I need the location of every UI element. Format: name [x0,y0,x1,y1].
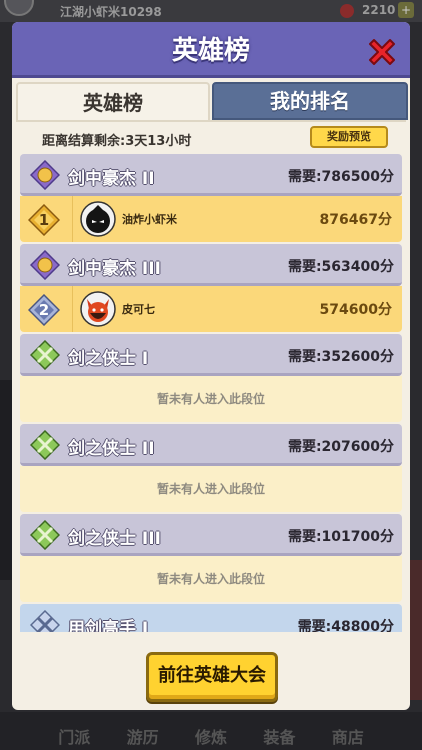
rank-tier-header: 剑中豪杰 II 需要:786500分 [20,154,402,196]
rank-tier-name: 剑中豪杰 III [68,259,161,279]
ranking-row[interactable]: 1 油炸小虾米 876467分 [20,196,402,242]
empty-tier-message: 暂未有人进入此段位 [20,466,402,512]
rank-tier-name: 剑之侠士 III [68,529,161,549]
green-swords-icon [30,340,60,370]
empty-tier-message: 暂未有人进入此段位 [20,376,402,422]
row-divider [72,196,73,242]
silver-swords-icon [30,610,60,632]
player-name: 皮可七 [122,303,155,316]
player-avatar-bg [4,0,34,16]
player-name: 油炸小虾米 [122,213,177,226]
hero-ranking-panel: 英雄榜 英雄榜 我的排名 距离结算剩余:3天13小时 奖励预览 剑中豪杰 II … [12,22,410,710]
tab-my-ranking[interactable]: 我的排名 [212,82,408,120]
player-score: 876467分 [319,212,392,228]
purple-diamond-fist-icon [30,250,60,280]
rank-tier-header: 剑中豪杰 III 需要:563400分 [20,244,402,286]
reward-preview-button[interactable]: 奖励预览 [310,126,388,148]
rank-tier-requirement: 需要:786500分 [287,169,394,185]
rank-tier-name: 剑中豪杰 II [68,169,155,189]
purple-diamond-fist-icon [30,160,60,190]
gem-icon [340,4,354,18]
rank-tier-requirement: 需要:563400分 [287,259,394,275]
rank-tier-header: 剑之侠士 III 需要:101700分 [20,514,402,556]
empty-tier-message: 暂未有人进入此段位 [20,556,402,602]
panel-title: 英雄榜 [171,36,250,66]
close-icon [369,39,395,65]
rank-list[interactable]: 剑中豪杰 II 需要:786500分 1 油炸小虾米 876467分 剑中豪杰 … [20,154,402,632]
bottom-nav-bar: 门派 游历 修炼 装备 商店 [0,712,422,750]
rank-number: 1 [38,211,50,229]
red-fox-avatar-icon [80,291,116,327]
green-swords-icon [30,520,60,550]
ninja-avatar-icon [80,201,116,237]
panel-header: 英雄榜 [12,22,410,78]
nav-item-travel[interactable]: 游历 [127,724,159,748]
rank-tier-requirement: 需要:352600分 [287,349,394,365]
gold-amount: 2210 [362,3,396,17]
rank-number: 2 [38,301,50,319]
settlement-countdown: 距离结算剩余:3天13小时 [42,134,192,149]
ranking-row[interactable]: 2 皮可七 574600分 [20,286,402,332]
go-to-hero-tournament-button[interactable]: 前往英雄大会 [146,652,278,702]
row-divider [72,286,73,332]
nav-item-training[interactable]: 修炼 [195,724,227,748]
rank-tier-header: 剑之侠士 II 需要:207600分 [20,424,402,466]
rank-tier-requirement: 需要:207600分 [287,439,394,455]
rank-tier-requirement: 需要:48800分 [297,619,394,632]
rank-tier-name: 用剑高手 I [68,619,149,632]
nav-item-sect[interactable]: 门派 [58,724,90,748]
green-swords-icon [30,430,60,460]
top-status-bar: 江湖小虾米10298 2210 + [0,0,422,22]
tab-divider [16,120,406,122]
rank-tier-name: 剑之侠士 I [68,349,149,369]
tab-hero-ranking[interactable]: 英雄榜 [16,82,210,122]
rank-tier-name: 剑之侠士 II [68,439,155,459]
nav-item-shop[interactable]: 商店 [332,724,364,748]
rank-tier-header: 剑之侠士 I 需要:352600分 [20,334,402,376]
player-score: 574600分 [319,302,392,318]
rank-tier-requirement: 需要:101700分 [287,529,394,545]
rank-tier-header: 用剑高手 I 需要:48800分 [20,604,402,632]
close-button[interactable] [364,34,400,70]
add-currency-button[interactable]: + [398,2,414,18]
background-right-edge [408,560,422,700]
nav-item-equipment[interactable]: 装备 [263,724,295,748]
player-name: 江湖小虾米10298 [60,5,162,19]
